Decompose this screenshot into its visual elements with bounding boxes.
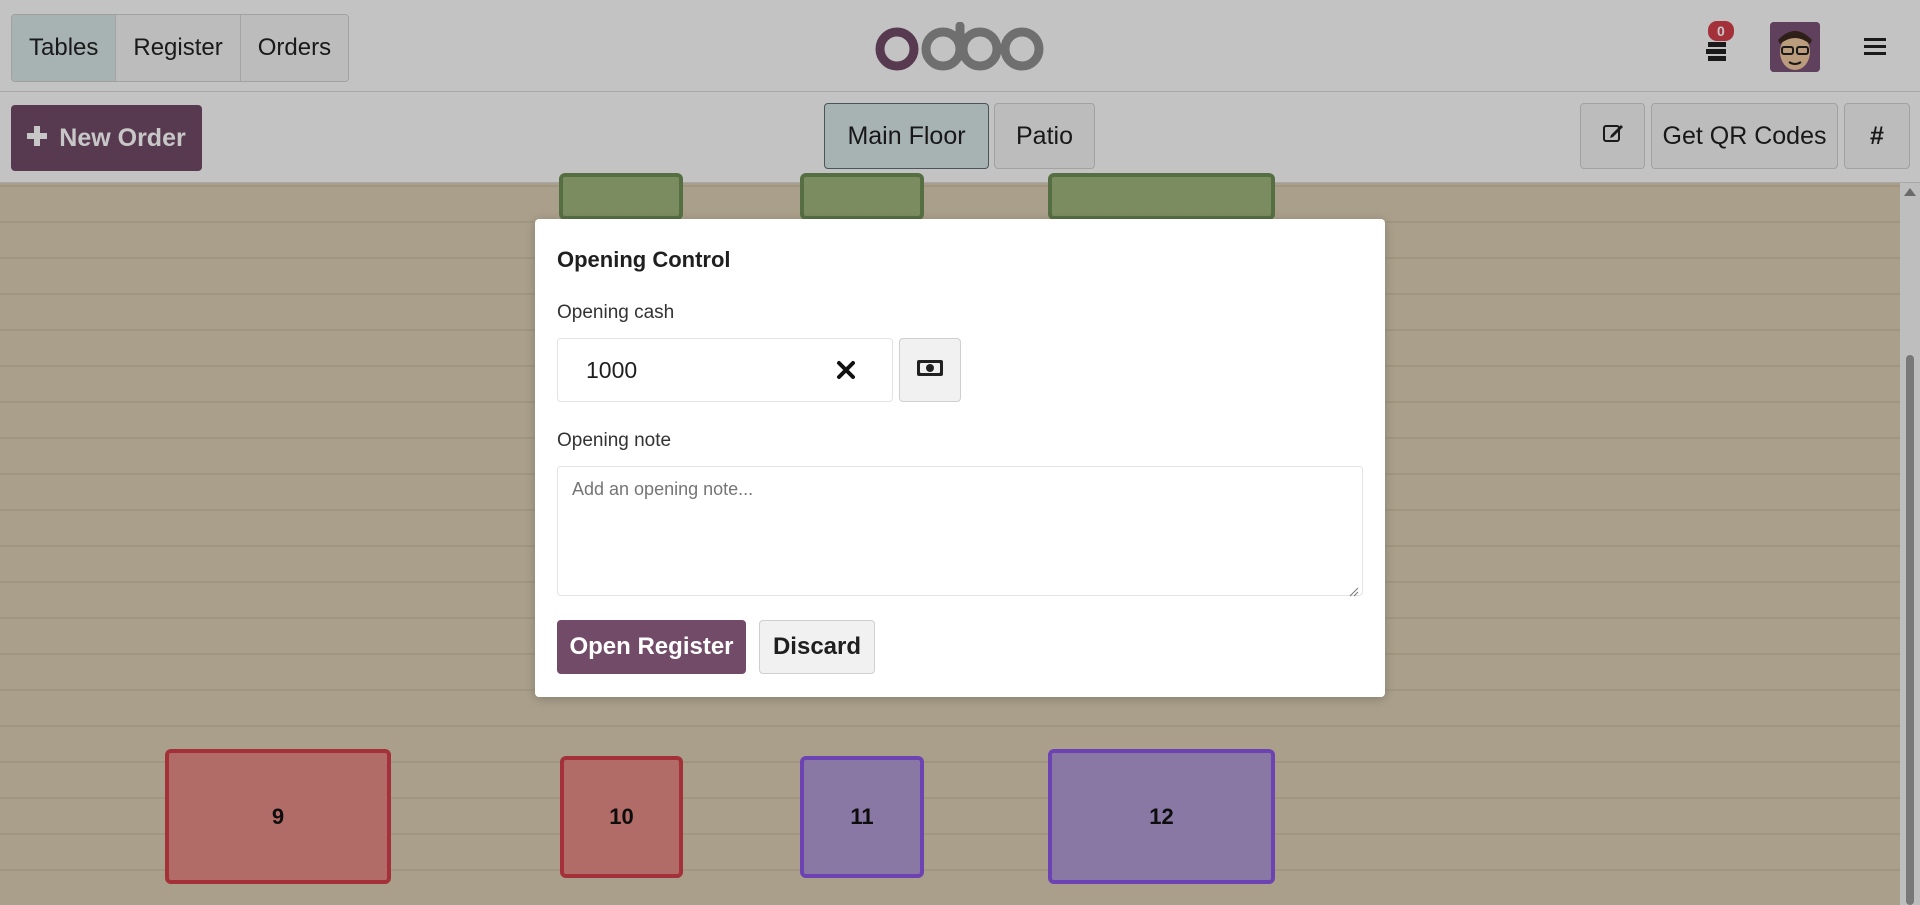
cash-details-button[interactable]	[899, 338, 961, 402]
clear-icon[interactable]	[836, 360, 856, 380]
money-icon	[916, 358, 944, 383]
opening-note-textarea[interactable]	[557, 466, 1363, 596]
opening-note-label: Opening note	[557, 430, 672, 451]
opening-control-dialog: Opening Control Opening cash 1000 Openin…	[535, 219, 1385, 697]
opening-cash-label: Opening cash	[557, 302, 675, 323]
resize-grip-icon[interactable]	[1349, 584, 1359, 597]
open-register-button[interactable]: Open Register	[557, 620, 746, 674]
discard-button[interactable]: Discard	[759, 620, 875, 674]
dialog-title: Opening Control	[557, 247, 731, 272]
